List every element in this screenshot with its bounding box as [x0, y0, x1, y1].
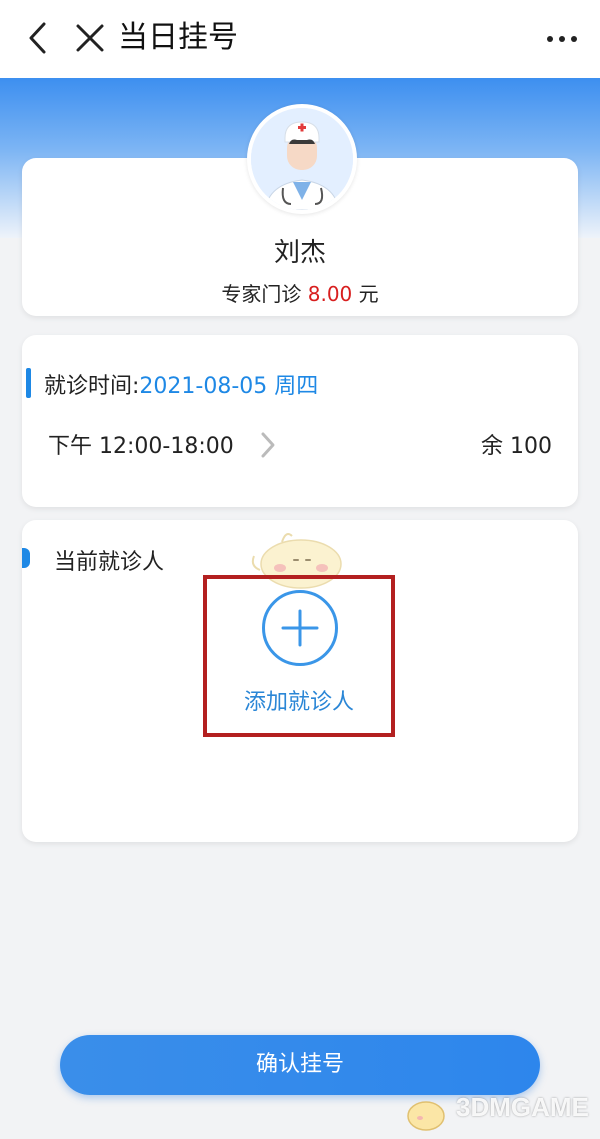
fee-label: 专家门诊: [221, 282, 302, 306]
add-patient-button[interactable]: [262, 590, 338, 666]
back-icon[interactable]: [18, 18, 58, 58]
watermark-logo-icon: [404, 1090, 454, 1134]
section-accent-dot: [22, 548, 30, 568]
section-accent-bar: [26, 368, 31, 398]
visit-date: 2021-08-05 周四: [139, 374, 319, 399]
top-bar: 当日挂号: [0, 0, 600, 78]
more-icon[interactable]: [542, 22, 582, 56]
time-slot[interactable]: 下午 12:00-18:00: [48, 428, 234, 460]
visit-time-label: 就诊时间:: [44, 374, 140, 399]
confirm-registration-button[interactable]: 确认挂号: [60, 1035, 540, 1095]
doctor-name: 刘杰: [273, 238, 326, 268]
fee-unit: 元: [358, 282, 379, 306]
watermark-text: 3DMGAME: [456, 1092, 589, 1122]
visit-time-heading: 就诊时间:2021-08-05 周四: [44, 368, 318, 400]
fee-amount: 8.00: [307, 282, 353, 306]
current-patient-title: 当前就诊人: [54, 550, 165, 575]
doctor-avatar: [247, 104, 357, 214]
add-patient-label[interactable]: 添加就诊人: [203, 684, 395, 716]
visit-time-card: [22, 335, 578, 507]
remaining-count: 余 100: [481, 434, 552, 459]
doctor-fee: 专家门诊 8.00 元: [0, 278, 600, 307]
plus-icon: [281, 609, 319, 647]
close-icon[interactable]: [70, 18, 110, 58]
page-title: 当日挂号: [118, 20, 238, 55]
chevron-right-icon[interactable]: [258, 430, 278, 460]
